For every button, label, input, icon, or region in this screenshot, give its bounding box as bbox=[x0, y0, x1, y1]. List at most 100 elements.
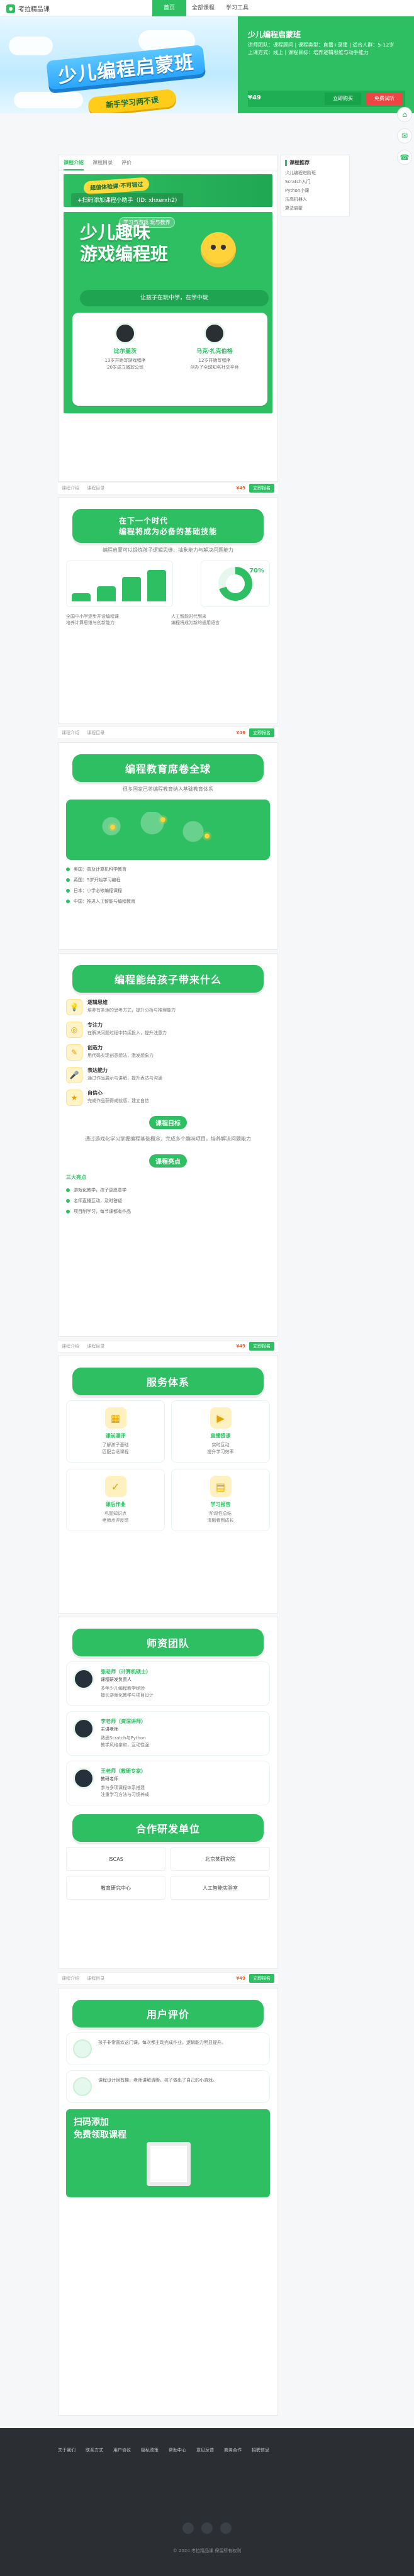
copyright: © 2024 考拉精品课 保留所有权利 bbox=[172, 2548, 242, 2553]
cta-tab-intro[interactable]: 课程介绍 bbox=[62, 1976, 79, 1981]
cta-price: ¥49 bbox=[236, 730, 245, 735]
person-desc: 13岁开始写游戏程序 20岁成立微软公司 bbox=[104, 358, 146, 370]
map-pin-icon bbox=[160, 817, 165, 822]
service-desc: 阶段性总结 清晰看到成长 bbox=[207, 1511, 234, 1523]
tab-catalog[interactable]: 课程目录 bbox=[92, 159, 113, 166]
cta-enroll-button[interactable]: 立即报名 bbox=[249, 484, 274, 493]
partner-logo: 人工智能实验室 bbox=[171, 1876, 270, 1900]
highlights-list: 游戏化教学，孩子更愿意学 名师直播互动，及时答疑 项目制学习，每节课都有作品 bbox=[66, 1187, 270, 1215]
cta-tab-catalog[interactable]: 课程目录 bbox=[87, 730, 104, 735]
chat-icon[interactable]: ✉ bbox=[397, 128, 412, 143]
hero-banner: 少儿编程启蒙班 新手学习两不误 少儿编程启蒙班 讲师团队：课程顾问 | 课程类型… bbox=[0, 16, 414, 113]
bar-chart bbox=[66, 560, 173, 607]
review-text: 孩子非常喜欢这门课，每次都主动完成作业，逻辑能力明显提升。 bbox=[98, 2040, 226, 2045]
footer-link[interactable]: 隐私政策 bbox=[141, 2447, 159, 2453]
list-item: 中国：推进人工智能与编程教育 bbox=[66, 898, 270, 905]
cta-right: ¥49 立即报名 bbox=[236, 1342, 274, 1351]
cta-tab-intro[interactable]: 课程介绍 bbox=[62, 486, 79, 491]
bullet-icon bbox=[66, 889, 70, 893]
benefit-title: 专注力 bbox=[87, 1022, 103, 1028]
cta-tab-intro[interactable]: 课程介绍 bbox=[62, 1344, 79, 1349]
map-pin-icon bbox=[204, 834, 210, 839]
bullet-icon bbox=[66, 900, 70, 903]
bar bbox=[147, 570, 166, 601]
section-desc: 很多国家已将编程教育纳入基础教育体系 bbox=[123, 786, 213, 792]
phone-icon[interactable]: ☎ bbox=[397, 150, 412, 165]
teacher-name: 张老师（计算机硕士） bbox=[101, 1669, 151, 1675]
footer-link[interactable]: 商务合作 bbox=[224, 2447, 242, 2453]
sidebar-item[interactable]: 算法启蒙 bbox=[285, 205, 345, 211]
section-title: 师资团队 bbox=[72, 1629, 264, 1656]
footer-link[interactable]: 用户协议 bbox=[113, 2447, 131, 2453]
page: 考拉精品课 首页 全部课程 学习工具 少儿编程启蒙班 新手学习两不误 少儿编程启… bbox=[0, 0, 414, 2576]
benefit-desc: 培养有条理的思考方式，提升分析与推理能力 bbox=[87, 1008, 176, 1013]
hero-subtitle: 新手学习两不误 bbox=[87, 88, 177, 113]
sidebar-item[interactable]: Scratch入门 bbox=[285, 179, 345, 185]
cta-tab-catalog[interactable]: 课程目录 bbox=[87, 1976, 104, 1981]
footer-link[interactable]: 帮助中心 bbox=[169, 2447, 186, 2453]
cta-enroll-button[interactable]: 立即报名 bbox=[249, 728, 274, 737]
weibo-icon[interactable] bbox=[201, 2523, 213, 2534]
teacher-info: 李老师（资深讲师） 主讲老师 熟悉Scratch与Python 教学风格亲和，互… bbox=[101, 1718, 149, 1749]
nav-tools[interactable]: 学习工具 bbox=[220, 0, 254, 16]
bullet-icon bbox=[66, 1210, 70, 1213]
nav-all-courses[interactable]: 全部课程 bbox=[186, 0, 220, 16]
sidebar-item[interactable]: 少儿编程进阶班 bbox=[285, 170, 345, 176]
report-icon: ▤ bbox=[210, 1476, 232, 1497]
world-list: 美国：普及计算机科学教育 英国：5岁开始学习编程 日本：小学必修编程课程 中国：… bbox=[66, 866, 270, 905]
cta-left: 课程介绍 课程目录 bbox=[62, 730, 104, 736]
cta-price: ¥49 bbox=[236, 486, 245, 491]
donut-chart: 70% bbox=[201, 560, 270, 607]
list-item: 名师直播互动，及时答疑 bbox=[66, 1198, 270, 1205]
wechat-icon[interactable] bbox=[182, 2523, 194, 2534]
cta-tab-catalog[interactable]: 课程目录 bbox=[87, 1344, 104, 1349]
benefit-text: 自信心 完成作品获得成就感，建立自信 bbox=[87, 1090, 149, 1106]
target-icon: ◎ bbox=[66, 1022, 82, 1038]
promo-strip: 超值体验课·不可错过 +扫码添加课程小助手（ID: xhxerxh2) bbox=[64, 174, 272, 207]
cta-enroll-button[interactable]: 立即报名 bbox=[249, 1974, 274, 1983]
section-benefits: 编程能给孩子带来什么 💡 逻辑思维 培养有条理的思考方式，提升分析与推理能力 ◎… bbox=[58, 953, 278, 1337]
microphone-icon: 🎤 bbox=[66, 1067, 82, 1083]
person-card: 马克·扎克伯格 12岁开始写程序 创办了全球知名社交平台 bbox=[171, 323, 259, 371]
sidebar-item[interactable]: Python小课 bbox=[285, 187, 345, 194]
qr-caption: 扫码添加 免费领取课程 bbox=[74, 2117, 126, 2140]
home-icon[interactable]: ⌂ bbox=[397, 107, 412, 122]
brand[interactable]: 考拉精品课 bbox=[6, 4, 50, 13]
section-title: 服务体系 bbox=[72, 1368, 264, 1395]
bullet-icon bbox=[66, 878, 70, 882]
tab-reviews[interactable]: 评价 bbox=[121, 159, 131, 166]
partner-logos: ISCAS 北京某研究院 教育研究中心 人工智能实验室 bbox=[66, 1847, 270, 1900]
review-card: 课程设计很有趣，老师讲解清晰，孩子做出了自己的小游戏。 bbox=[66, 2070, 270, 2103]
cta-price: ¥49 bbox=[236, 1344, 245, 1349]
qq-icon[interactable] bbox=[220, 2523, 232, 2534]
review-card: 孩子非常喜欢这门课，每次都主动完成作业，逻辑能力明显提升。 bbox=[66, 2032, 270, 2065]
teacher-desc: 熟悉Scratch与Python 教学风格亲和，互动性强 bbox=[101, 1736, 149, 1748]
tab-intro[interactable]: 课程介绍 bbox=[64, 155, 84, 170]
bar bbox=[97, 586, 116, 601]
cta-tab-intro[interactable]: 课程介绍 bbox=[62, 730, 79, 735]
map-pin-icon bbox=[110, 825, 115, 830]
benefit-text: 表达能力 通过作品展示与讲解，提升表达与沟通 bbox=[87, 1067, 162, 1083]
clipboard-icon: ▦ bbox=[104, 1407, 126, 1429]
service-grid: ▦ 课前测评 了解孩子基础 匹配合适课程 ▶ 直播授课 实时互动 提升学习效率 … bbox=[66, 1400, 270, 1531]
footer-link[interactable]: 意见反馈 bbox=[196, 2447, 214, 2453]
buy-button[interactable]: 立即购买 bbox=[325, 92, 361, 105]
footer-link[interactable]: 联系方式 bbox=[86, 2447, 103, 2453]
service-tile: ▶ 直播授课 实时互动 提升学习效率 bbox=[171, 1400, 270, 1463]
benefit-text: 专注力 在解决问题过程中持续投入，提升注意力 bbox=[87, 1022, 167, 1038]
footer-link[interactable]: 关于我们 bbox=[58, 2447, 76, 2453]
sidebar-item[interactable]: 乐高机器人 bbox=[285, 196, 345, 203]
benefit-item: ★ 自信心 完成作品获得成就感，建立自信 bbox=[66, 1090, 270, 1106]
service-tile: ▤ 学习报告 阶段性总结 清晰看到成长 bbox=[171, 1469, 270, 1531]
cta-tab-catalog[interactable]: 课程目录 bbox=[87, 486, 104, 491]
teacher-name: 李老师（资深讲师） bbox=[101, 1719, 146, 1724]
list-item: 日本：小学必修编程课程 bbox=[66, 888, 270, 895]
nav-home[interactable]: 首页 bbox=[152, 0, 186, 16]
sticky-cta-bar: 课程介绍 课程目录 ¥49 立即报名 bbox=[58, 1340, 278, 1352]
cta-enroll-button[interactable]: 立即报名 bbox=[249, 1342, 274, 1351]
promo-tag: 超值体验课·不可错过 bbox=[83, 177, 150, 195]
footer-link[interactable]: 招聘信息 bbox=[252, 2447, 269, 2453]
section-desc: 编程启蒙可以锻炼孩子逻辑思维、抽象能力与解决问题能力 bbox=[103, 547, 233, 553]
donut-ring bbox=[218, 567, 252, 601]
free-trial-button[interactable]: 免费试听 bbox=[366, 92, 403, 105]
